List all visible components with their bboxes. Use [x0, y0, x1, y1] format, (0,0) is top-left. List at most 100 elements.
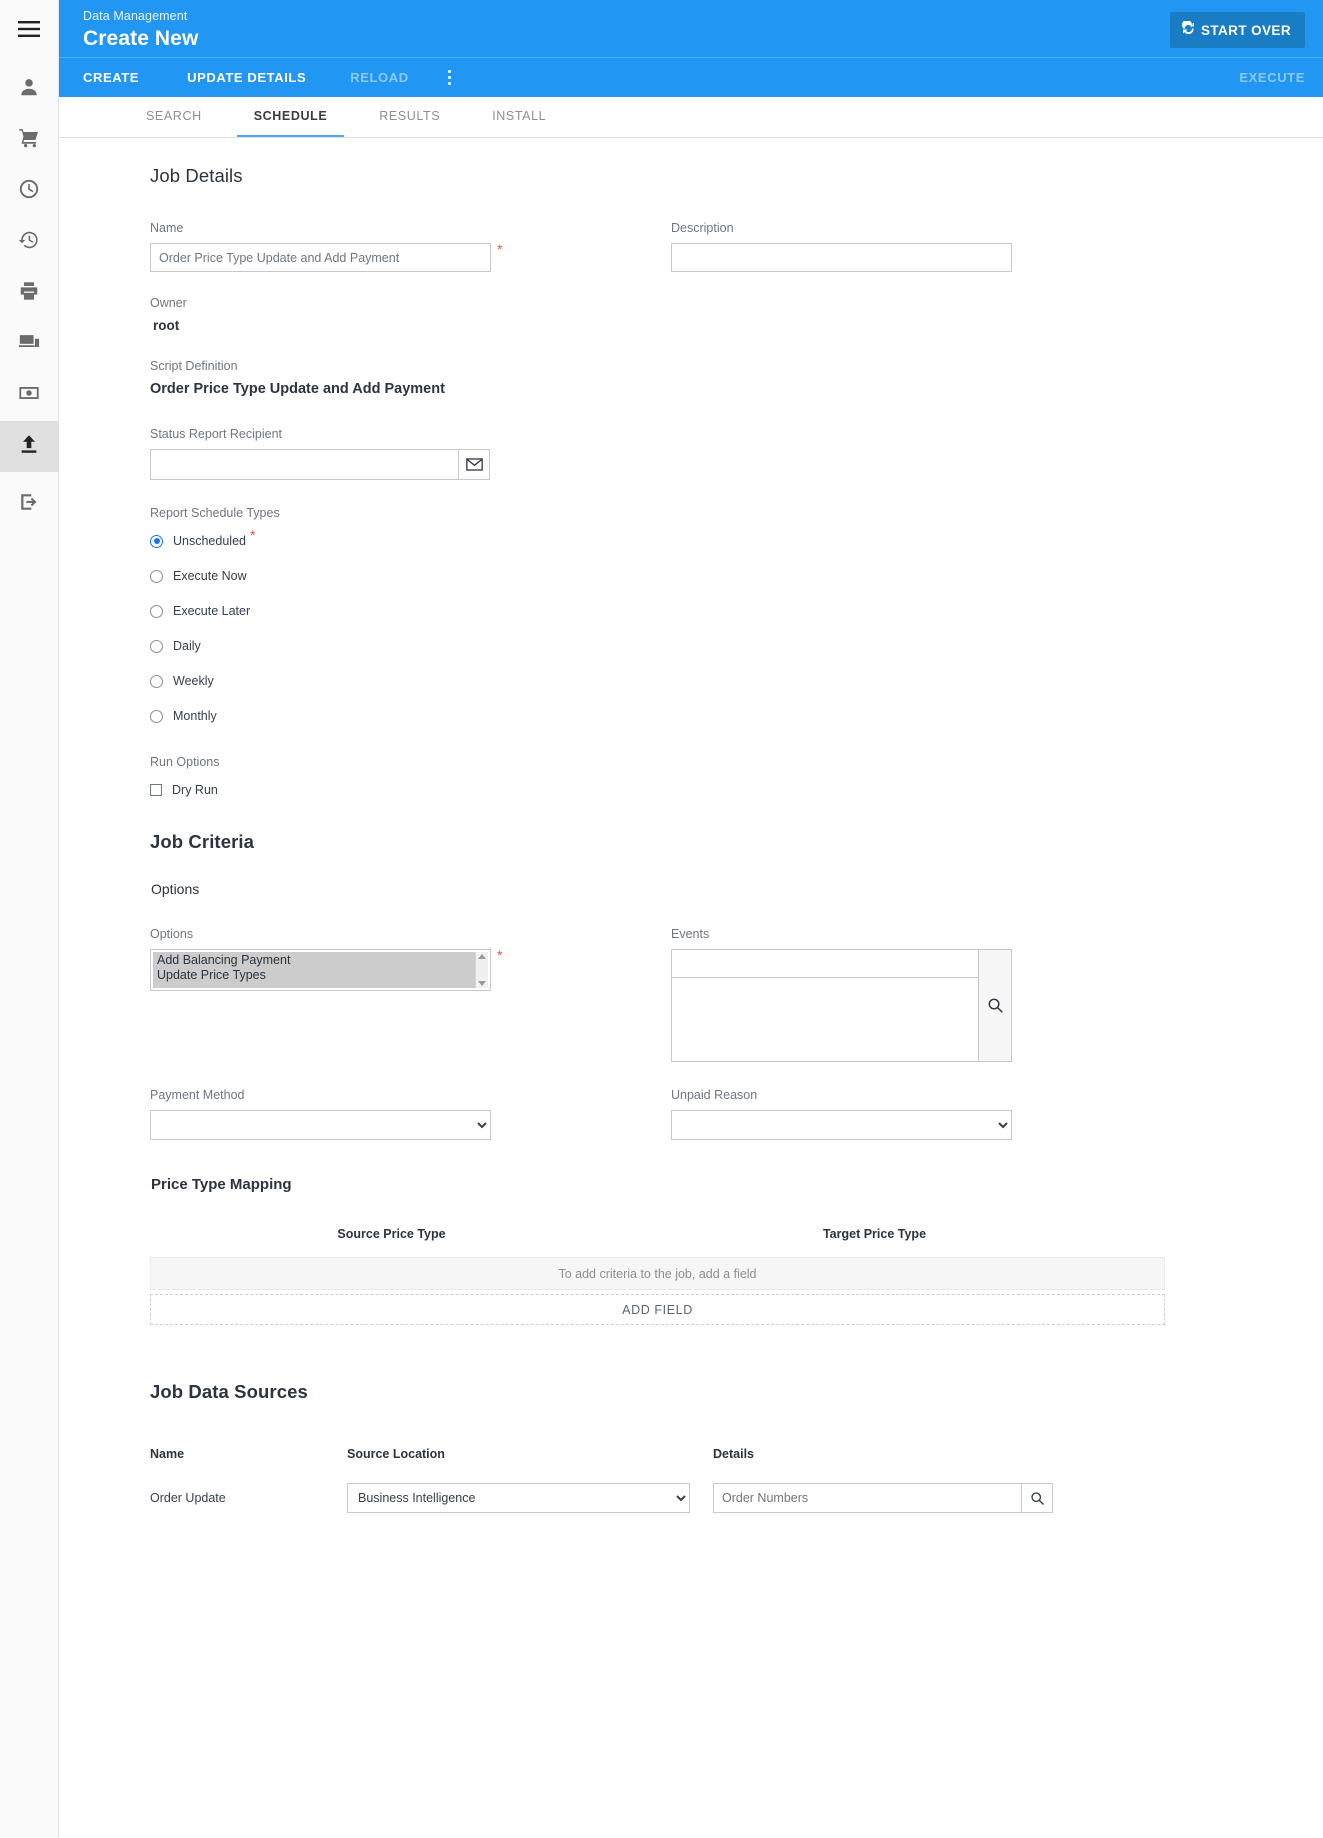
sidebar-item-payments[interactable]	[0, 370, 59, 421]
tab-schedule[interactable]: SCHEDULE	[236, 97, 345, 137]
add-field-button[interactable]: ADD FIELD	[150, 1294, 1165, 1325]
radio-monthly-control[interactable]	[150, 709, 163, 723]
owner-label: Owner	[150, 296, 187, 310]
sidebar-item-history[interactable]	[0, 217, 59, 268]
envelope-icon[interactable]	[459, 449, 490, 480]
radio-daily[interactable]: Daily	[150, 639, 1293, 653]
options-item-1[interactable]: Update Price Types	[157, 968, 475, 983]
start-over-label: START OVER	[1200, 22, 1291, 38]
upload-icon	[18, 433, 40, 460]
details-input[interactable]	[713, 1483, 1022, 1513]
mapping-empty-message: To add criteria to the job, add a field	[150, 1257, 1165, 1290]
status-recipient-group: Status Report Recipient	[150, 427, 1293, 480]
data-sources-header: Name Source Location Details	[150, 1447, 1293, 1461]
radio-weekly[interactable]: Weekly	[150, 674, 1293, 688]
scroll-down-icon[interactable]	[478, 981, 486, 986]
sidebar-item-schedule[interactable]	[0, 166, 59, 217]
tab-bar: SEARCH SCHEDULE RESULTS INSTALL	[59, 97, 1323, 138]
radio-execute-later-control[interactable]	[150, 604, 163, 618]
radio-execute-now-control[interactable]	[150, 569, 163, 583]
tab-search[interactable]: SEARCH	[129, 97, 219, 137]
events-search-icon[interactable]	[979, 949, 1012, 1062]
data-source-name: Order Update	[150, 1491, 226, 1505]
tab-install[interactable]: INSTALL	[475, 97, 563, 137]
radio-execute-now-label: Execute Now	[173, 569, 247, 583]
clock-icon	[18, 178, 40, 205]
radio-unscheduled[interactable]: Unscheduled *	[150, 528, 1293, 548]
report-schedule-types-group: Report Schedule Types Unscheduled * Exec…	[150, 506, 1293, 723]
options-group-heading: Options	[151, 881, 200, 897]
events-field-group: Events	[671, 927, 1293, 1062]
options-listbox[interactable]: Add Balancing Payment Update Price Types	[150, 949, 491, 991]
scroll-up-icon[interactable]	[478, 954, 486, 959]
report-schedule-types-label: Report Schedule Types	[150, 506, 280, 520]
payment-method-select[interactable]	[150, 1110, 491, 1140]
sidebar-item-print[interactable]	[0, 268, 59, 319]
tab-results[interactable]: RESULTS	[362, 97, 457, 137]
name-input[interactable]	[150, 243, 491, 272]
radio-execute-now[interactable]: Execute Now	[150, 569, 1293, 583]
job-data-sources-table: Name Source Location Details Order Updat…	[150, 1447, 1293, 1513]
unpaid-reason-select[interactable]	[671, 1110, 1012, 1140]
owner-field-group: Owner root	[150, 296, 1293, 333]
dry-run-checkbox-control[interactable]	[150, 784, 162, 796]
job-criteria-heading: Job Criteria	[150, 831, 255, 852]
column-details: Details	[713, 1447, 754, 1461]
unpaid-reason-label: Unpaid Reason	[671, 1088, 758, 1102]
table-row: Order Update Business Intelligence	[150, 1483, 1293, 1513]
radio-weekly-control[interactable]	[150, 674, 163, 688]
sidebar-item-logout[interactable]	[0, 479, 59, 530]
sidebar-item-menu-hamburger[interactable]	[0, 6, 59, 57]
action-bar: CREATE UPDATE DETAILS RELOAD EXECUTE	[59, 57, 1323, 97]
unpaid-reason-group: Unpaid Reason	[671, 1088, 1293, 1140]
radio-daily-control[interactable]	[150, 639, 163, 653]
status-recipient-label: Status Report Recipient	[150, 427, 283, 441]
action-reload[interactable]: RELOAD	[328, 58, 431, 98]
radio-daily-label: Daily	[173, 639, 201, 653]
dry-run-label: Dry Run	[172, 783, 218, 797]
action-execute[interactable]: EXECUTE	[1217, 58, 1305, 98]
script-definition-label: Script Definition	[150, 359, 238, 373]
details-search-icon[interactable]	[1022, 1483, 1053, 1513]
job-details-heading: Job Details	[150, 165, 243, 186]
options-item-0[interactable]: Add Balancing Payment	[157, 953, 475, 968]
column-source-price-type: Source Price Type	[337, 1227, 446, 1241]
radio-unscheduled-control[interactable]	[150, 534, 163, 548]
description-input[interactable]	[671, 243, 1012, 272]
sidebar-item-import[interactable]	[0, 421, 59, 472]
money-icon	[18, 382, 40, 409]
sidebar-item-devices[interactable]	[0, 319, 59, 370]
schedule-required-indicator: *	[249, 527, 256, 543]
history-icon	[18, 229, 40, 256]
payment-method-label: Payment Method	[150, 1088, 245, 1102]
sidebar-item-user[interactable]	[0, 64, 59, 115]
radio-execute-later-label: Execute Later	[173, 604, 251, 618]
options-label: Options	[150, 927, 194, 941]
source-location-select[interactable]: Business Intelligence	[347, 1483, 690, 1513]
owner-value: root	[153, 318, 180, 333]
exit-icon	[18, 491, 40, 518]
breadcrumb: Data Management	[83, 9, 188, 23]
main-area: Data Management Create New START OVER CR…	[59, 0, 1323, 1838]
action-create[interactable]: CREATE	[83, 58, 165, 98]
hamburger-icon	[18, 21, 40, 42]
start-over-button[interactable]: START OVER	[1169, 12, 1305, 48]
events-input[interactable]	[671, 949, 979, 978]
events-list[interactable]	[671, 978, 979, 1062]
printer-icon	[18, 280, 40, 307]
description-field-group: Description	[671, 221, 1293, 272]
action-update-details[interactable]: UPDATE DETAILS	[165, 58, 328, 98]
run-options-group: Run Options Dry Run	[150, 755, 1293, 797]
mapping-table-header: Source Price Type Target Price Type	[150, 1227, 1165, 1241]
script-definition-value: Order Price Type Update and Add Payment	[150, 381, 445, 397]
refresh-icon	[1181, 19, 1196, 39]
radio-monthly[interactable]: Monthly	[150, 709, 1293, 723]
radio-unscheduled-label: Unscheduled	[173, 534, 246, 548]
kebab-menu-icon[interactable]	[437, 70, 463, 85]
status-recipient-input[interactable]	[150, 449, 459, 480]
radio-execute-later[interactable]: Execute Later	[150, 604, 1293, 618]
options-scrollbar[interactable]	[475, 952, 488, 988]
page-title: Create New	[83, 27, 199, 50]
checkbox-dry-run[interactable]: Dry Run	[150, 783, 1293, 797]
sidebar-item-cart[interactable]	[0, 115, 59, 166]
